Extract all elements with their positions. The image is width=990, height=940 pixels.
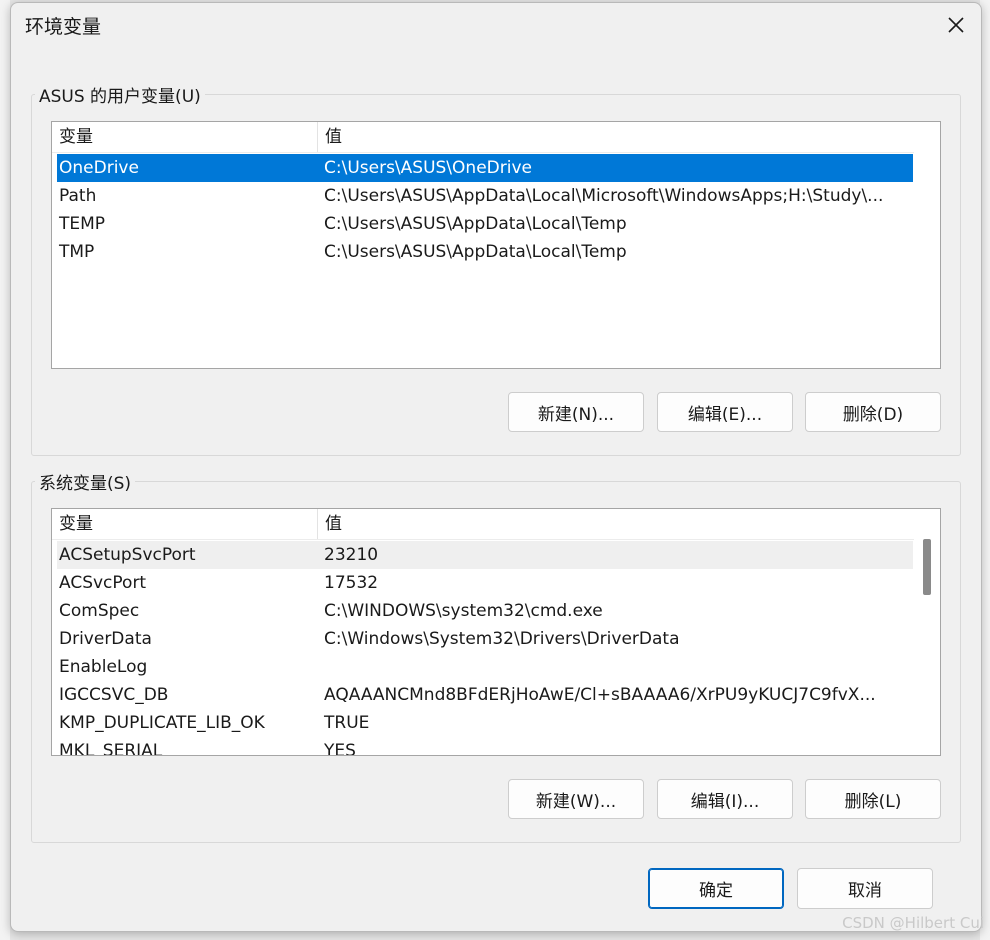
- system-new-button[interactable]: 新建(W)...: [508, 779, 644, 819]
- variable-value: 17532: [324, 573, 379, 593]
- environment-variables-dialog: 环境变量 ASUS 的用户变量(U) 变量 值 OneDrive C:\User…: [10, 2, 982, 932]
- column-header-variable[interactable]: 变量: [52, 122, 318, 152]
- user-variables-list[interactable]: 变量 值 OneDrive C:\Users\ASUS\OneDrive Pat…: [51, 121, 941, 369]
- user-var-row[interactable]: Path C:\Users\ASUS\AppData\Local\Microso…: [57, 182, 913, 210]
- variable-value: TRUE: [324, 713, 370, 733]
- system-var-row[interactable]: KMP_DUPLICATE_LIB_OK TRUE: [57, 709, 913, 737]
- user-new-button[interactable]: 新建(N)...: [508, 392, 644, 432]
- variable-value: 23210: [324, 545, 379, 565]
- variable-value: [323, 653, 903, 681]
- scrollbar-thumb[interactable]: [923, 539, 931, 595]
- close-icon: [948, 17, 964, 33]
- variable-value: C:\WINDOWS\system32\cmd.exe: [324, 601, 603, 621]
- variable-name: Path: [59, 186, 97, 206]
- variable-value: C:\Windows\System32\Drivers\DriverData: [324, 629, 680, 649]
- user-variables-header: 变量 值: [52, 122, 914, 153]
- variable-value: YES: [324, 741, 356, 756]
- system-var-row[interactable]: EnableLog: [57, 653, 913, 681]
- window-title: 环境变量: [25, 16, 102, 38]
- column-header-variable[interactable]: 变量: [52, 509, 318, 539]
- user-var-row[interactable]: TMP C:\Users\ASUS\AppData\Local\Temp: [57, 238, 913, 266]
- variable-value: C:\Users\ASUS\OneDrive: [324, 158, 532, 178]
- user-edit-button[interactable]: 编辑(E)...: [657, 392, 793, 432]
- system-variables-scrollbar[interactable]: [914, 509, 940, 755]
- system-var-row[interactable]: IGCCSVC_DB AQAAANCMnd8BFdERjHoAwE/Cl+sBA…: [57, 681, 913, 709]
- variable-name: ACSetupSvcPort: [59, 545, 196, 565]
- system-edit-button[interactable]: 编辑(I)...: [657, 779, 793, 819]
- system-var-row[interactable]: ACSetupSvcPort 23210: [57, 541, 913, 569]
- background-window-left: [0, 0, 10, 940]
- system-var-row[interactable]: DriverData C:\Windows\System32\Drivers\D…: [57, 625, 913, 653]
- variable-name: EnableLog: [59, 657, 148, 677]
- system-variables-label: 系统变量(S): [35, 469, 136, 494]
- system-var-row[interactable]: ComSpec C:\WINDOWS\system32\cmd.exe: [57, 597, 913, 625]
- user-variables-label: ASUS 的用户变量(U): [35, 82, 205, 107]
- close-button[interactable]: [939, 9, 973, 41]
- variable-name: TMP: [59, 242, 95, 262]
- column-header-value[interactable]: 值: [318, 122, 342, 152]
- system-var-row[interactable]: MKL_SERIAL YES: [57, 737, 913, 756]
- user-var-row[interactable]: TEMP C:\Users\ASUS\AppData\Local\Temp: [57, 210, 913, 238]
- variable-name: DriverData: [59, 629, 152, 649]
- system-variables-header: 变量 值: [52, 509, 914, 540]
- user-var-row[interactable]: OneDrive C:\Users\ASUS\OneDrive: [57, 154, 913, 182]
- variable-name: ComSpec: [59, 601, 140, 621]
- variable-name: OneDrive: [59, 158, 139, 178]
- system-delete-button[interactable]: 删除(L): [805, 779, 941, 819]
- watermark: CSDN @Hilbert Cui: [842, 914, 984, 932]
- system-variables-list[interactable]: 变量 值 ACSetupSvcPort 23210 ACSvcPort 1753…: [51, 508, 941, 756]
- user-delete-button[interactable]: 删除(D): [805, 392, 941, 432]
- variable-value: AQAAANCMnd8BFdERjHoAwE/Cl+sBAAAA6/XrPU9y…: [324, 685, 876, 705]
- cancel-button[interactable]: 取消: [797, 868, 933, 909]
- variable-name: KMP_DUPLICATE_LIB_OK: [59, 713, 265, 733]
- title-bar[interactable]: 环境变量: [11, 3, 981, 47]
- variable-value: C:\Users\ASUS\AppData\Local\Microsoft\Wi…: [324, 186, 884, 206]
- column-header-value[interactable]: 值: [318, 509, 342, 539]
- variable-name: MKL_SERIAL: [59, 741, 163, 756]
- system-var-row[interactable]: ACSvcPort 17532: [57, 569, 913, 597]
- variable-value: C:\Users\ASUS\AppData\Local\Temp: [324, 214, 627, 234]
- variable-name: TEMP: [59, 214, 106, 234]
- variable-name: IGCCSVC_DB: [59, 685, 169, 705]
- ok-button[interactable]: 确定: [648, 868, 784, 909]
- variable-value: C:\Users\ASUS\AppData\Local\Temp: [324, 242, 627, 262]
- variable-name: ACSvcPort: [59, 573, 147, 593]
